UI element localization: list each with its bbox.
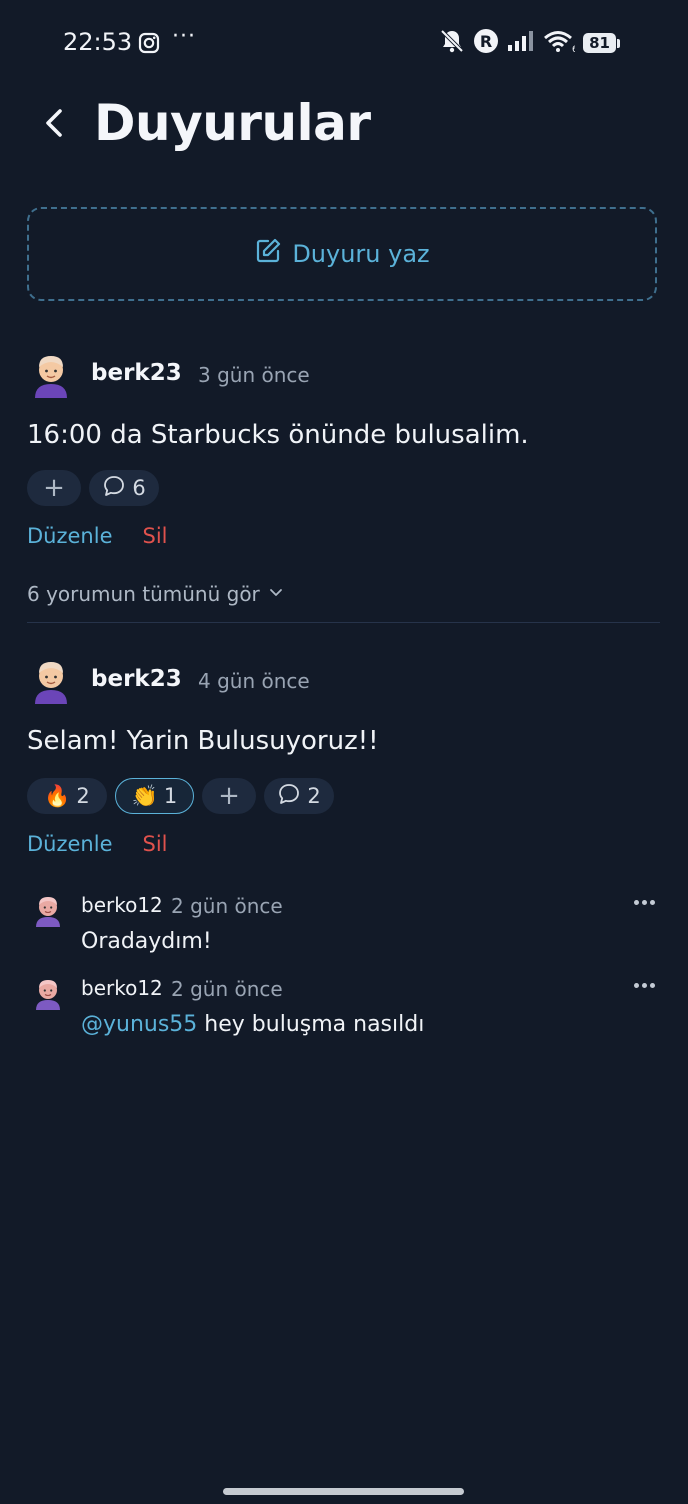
registered-icon: R bbox=[473, 28, 499, 58]
fire-emoji-icon: 🔥 bbox=[44, 783, 71, 808]
edit-button[interactable]: Düzenle bbox=[27, 832, 113, 856]
divider bbox=[27, 622, 660, 623]
comment-more-options-icon[interactable] bbox=[627, 972, 661, 998]
reaction-count: 1 bbox=[163, 784, 178, 808]
avatar[interactable] bbox=[27, 350, 75, 398]
announcement-post: berk23 3 gün önce 16:00 da Starbucks önü… bbox=[27, 350, 661, 610]
more-notifications-icon: ··· bbox=[172, 24, 196, 49]
comment-count: 2 bbox=[307, 784, 321, 808]
comment-bubble-icon bbox=[102, 474, 126, 503]
home-indicator[interactable] bbox=[223, 1488, 464, 1495]
comment-text: @yunus55 hey buluşma nasıldı bbox=[81, 1012, 424, 1037]
write-announcement-button[interactable]: Duyuru yaz bbox=[27, 207, 657, 301]
avatar[interactable] bbox=[27, 656, 75, 704]
comment-author[interactable]: berko12 bbox=[81, 893, 163, 917]
comment-item: berko12 2 gün önce @yunus55 hey buluşma … bbox=[27, 972, 661, 1042]
signal-icon bbox=[507, 30, 535, 56]
delete-button[interactable]: Sil bbox=[143, 832, 168, 856]
avatar[interactable] bbox=[31, 976, 65, 1010]
add-reaction-button[interactable]: + bbox=[202, 778, 256, 814]
announcement-post: berk23 4 gün önce Selam! Yarin Bulusuyor… bbox=[27, 656, 661, 866]
instagram-icon bbox=[138, 32, 160, 58]
chevron-down-icon bbox=[268, 582, 284, 606]
comments-button[interactable]: 6 bbox=[89, 470, 159, 506]
comment-time: 2 gün önce bbox=[171, 977, 283, 1001]
avatar[interactable] bbox=[31, 893, 65, 927]
comment-item: berko12 2 gün önce Oradaydım! bbox=[27, 889, 661, 959]
svg-text:6: 6 bbox=[572, 45, 575, 53]
delete-button[interactable]: Sil bbox=[143, 524, 168, 548]
view-all-comments-button[interactable]: 6 yorumun tümünü gör bbox=[27, 582, 284, 606]
post-time: 3 gün önce bbox=[198, 363, 310, 387]
bell-off-icon bbox=[439, 28, 465, 58]
status-bar: 22:53 ··· R 6 81 bbox=[0, 0, 688, 86]
reaction-count: 2 bbox=[76, 784, 90, 808]
post-text: 16:00 da Starbucks önünde bulusalim. bbox=[27, 420, 529, 450]
comment-author[interactable]: berko12 bbox=[81, 976, 163, 1000]
wifi-icon: 6 bbox=[543, 29, 578, 57]
edit-button[interactable]: Düzenle bbox=[27, 524, 113, 548]
reaction-clap-button[interactable]: 👏 1 bbox=[115, 778, 194, 814]
comment-body: hey buluşma nasıldı bbox=[197, 1012, 425, 1037]
comment-count: 6 bbox=[132, 476, 146, 500]
battery-indicator: 81 bbox=[583, 33, 620, 53]
reaction-fire-button[interactable]: 🔥 2 bbox=[27, 778, 107, 814]
post-time: 4 gün önce bbox=[198, 669, 310, 693]
write-announcement-label: Duyuru yaz bbox=[292, 240, 430, 268]
comment-time: 2 gün önce bbox=[171, 894, 283, 918]
post-author[interactable]: berk23 bbox=[91, 666, 182, 692]
user-mention-link[interactable]: @yunus55 bbox=[81, 1012, 197, 1037]
page-title: Duyurular bbox=[94, 94, 371, 152]
post-text: Selam! Yarin Bulusuyoruz!! bbox=[27, 726, 379, 756]
add-reaction-button[interactable]: + bbox=[27, 470, 81, 506]
edit-note-icon bbox=[254, 237, 282, 271]
svg-text:R: R bbox=[480, 32, 492, 51]
clap-emoji-icon: 👏 bbox=[131, 783, 158, 808]
post-author[interactable]: berk23 bbox=[91, 360, 182, 386]
clock: 22:53 bbox=[63, 28, 133, 56]
view-all-comments-label: 6 yorumun tümünü gör bbox=[27, 582, 260, 606]
battery-level: 81 bbox=[583, 33, 616, 53]
page-header: Duyurular bbox=[0, 90, 688, 160]
back-chevron-icon[interactable] bbox=[38, 106, 72, 140]
comment-more-options-icon[interactable] bbox=[627, 889, 661, 915]
comment-text: Oradaydım! bbox=[81, 929, 212, 954]
comment-bubble-icon bbox=[277, 782, 301, 811]
comments-button[interactable]: 2 bbox=[264, 778, 334, 814]
